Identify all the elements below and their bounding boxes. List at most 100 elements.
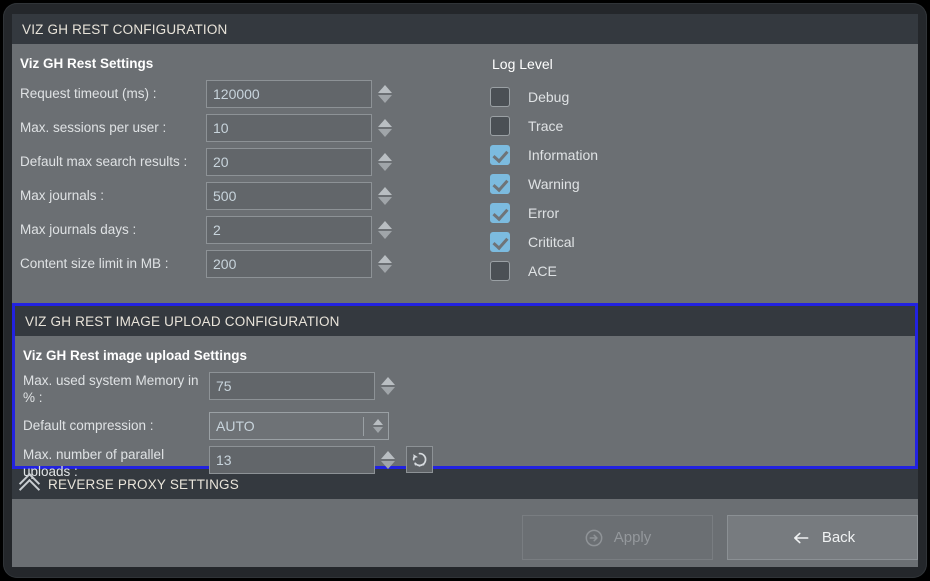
input-max-parallel-uploads[interactable] (209, 446, 375, 474)
checkbox-label-ace: ACE (528, 262, 557, 279)
rest-config-panel: Viz GH Rest Settings Request timeout (ms… (12, 44, 918, 300)
field-max-journals (206, 182, 395, 210)
button-bar: Apply Back (12, 509, 918, 567)
checkbox-trace[interactable] (490, 115, 510, 136)
spinner-up-icon[interactable] (378, 153, 392, 161)
log-level-item-debug[interactable]: Debug (490, 82, 750, 111)
spinner-max-parallel-uploads[interactable] (378, 446, 398, 474)
label-max-journals-days: Max journals days : (20, 222, 137, 237)
spinner-down-icon[interactable] (381, 461, 395, 469)
log-level-item-warning[interactable]: Warning (490, 169, 750, 198)
field-row-default-compression: Default compression : AUTO (23, 412, 915, 440)
dropdown-value-default-compression: AUTO (216, 418, 255, 434)
spinner-up-icon[interactable] (378, 85, 392, 93)
checkbox-label-warning: Warning (528, 175, 580, 192)
input-max-sessions-per-user[interactable] (206, 114, 372, 142)
field-row-content-size-limit-mb: Content size limit in MB : (20, 250, 918, 278)
spinner-down-icon[interactable] (378, 163, 392, 171)
log-level-item-crititcal[interactable]: Crititcal (490, 227, 750, 256)
log-level-title: Log Level (492, 56, 553, 72)
spinner-down-icon[interactable] (378, 95, 392, 103)
checkbox-ace[interactable] (490, 260, 510, 281)
spinner-max-sessions-per-user[interactable] (375, 114, 395, 142)
spinner-down-icon[interactable] (378, 231, 392, 239)
reset-max-parallel-uploads-button[interactable] (406, 446, 433, 473)
rest-config-header[interactable]: VIZ GH REST CONFIGURATION (12, 14, 918, 44)
spinner-request-timeout[interactable] (375, 80, 395, 108)
field-row-max-sessions-per-user: Max. sessions per user : (20, 114, 918, 142)
spinner-up-icon[interactable] (378, 187, 392, 195)
spinner-down-icon[interactable] (378, 129, 392, 137)
field-max-sessions-per-user (206, 114, 395, 142)
spinner-content-size-limit-mb[interactable] (375, 250, 395, 278)
field-max-journals-days (206, 216, 395, 244)
input-request-timeout[interactable] (206, 80, 372, 108)
field-row-max-journals-days: Max journals days : (20, 216, 918, 244)
field-max-memory (209, 372, 398, 400)
log-level-item-error[interactable]: Error (490, 198, 750, 227)
label-request-timeout: Request timeout (ms) : (20, 86, 157, 101)
field-row-max-memory: Max. used system Memory in % : (23, 372, 915, 406)
field-content-size-limit-mb (206, 250, 395, 278)
checkbox-warning[interactable] (490, 173, 510, 194)
arrow-left-icon (790, 528, 812, 548)
spinner-down-icon[interactable] (378, 265, 392, 273)
checkbox-debug[interactable] (490, 86, 510, 107)
spinner-down-icon[interactable] (381, 387, 395, 395)
dropdown-up-icon[interactable] (373, 419, 383, 425)
image-upload-section: VIZ GH REST IMAGE UPLOAD CONFIGURATION V… (12, 303, 918, 479)
dropdown-down-icon[interactable] (373, 427, 383, 433)
image-upload-panel: Viz GH Rest image upload Settings Max. u… (15, 336, 915, 479)
application-window: VIZ GH REST CONFIGURATION Viz GH Rest Se… (0, 0, 930, 581)
checkbox-error[interactable] (490, 202, 510, 223)
arrow-right-circle-icon (584, 528, 604, 548)
dropdown-default-compression[interactable]: AUTO (209, 412, 389, 440)
spinner-down-icon[interactable] (378, 197, 392, 205)
input-default-max-search-results[interactable] (206, 148, 372, 176)
log-level-item-information[interactable]: Information (490, 140, 750, 169)
checkbox-label-information: Information (528, 146, 599, 163)
label-max-journals: Max journals : (20, 188, 105, 203)
input-max-memory[interactable] (209, 372, 375, 400)
label-default-max-search-results: Default max search results : (20, 154, 188, 169)
label-max-memory: Max. used system Memory in % : (23, 373, 199, 405)
apply-button-label: Apply (613, 529, 652, 546)
spinner-up-icon[interactable] (378, 119, 392, 127)
input-content-size-limit-mb[interactable] (206, 250, 372, 278)
reset-icon (412, 452, 427, 467)
spinner-max-journals-days[interactable] (375, 216, 395, 244)
spinner-max-memory[interactable] (378, 372, 398, 400)
chevron-up-icon[interactable] (18, 473, 40, 495)
image-upload-header-label: VIZ GH REST IMAGE UPLOAD CONFIGURATION (25, 313, 340, 329)
field-row-default-max-search-results: Default max search results : (20, 148, 918, 176)
input-max-journals[interactable] (206, 182, 372, 210)
dropdown-separator (363, 417, 364, 436)
input-max-journals-days[interactable] (206, 216, 372, 244)
image-upload-header[interactable]: VIZ GH REST IMAGE UPLOAD CONFIGURATION (15, 306, 915, 336)
log-level-item-ace[interactable]: ACE (490, 256, 750, 285)
checkbox-information[interactable] (490, 144, 510, 165)
checkbox-crititcal[interactable] (490, 231, 510, 252)
field-row-request-timeout: Request timeout (ms) : (20, 80, 918, 108)
label-default-compression: Default compression : (23, 418, 154, 433)
spinner-up-icon[interactable] (378, 255, 392, 263)
log-level-group: Log Level Debug Trace Information Warnin… (490, 44, 750, 285)
spinner-default-max-search-results[interactable] (375, 148, 395, 176)
rest-settings-form: Request timeout (ms) : Max. sessions per… (12, 80, 918, 278)
log-level-item-trace[interactable]: Trace (490, 111, 750, 140)
checkbox-label-crititcal: Crititcal (528, 233, 575, 250)
spinner-max-journals[interactable] (375, 182, 395, 210)
field-default-compression: AUTO (209, 412, 389, 440)
checkbox-label-debug: Debug (528, 88, 570, 105)
rest-settings-group-title: Viz GH Rest Settings (20, 56, 154, 71)
back-button[interactable]: Back (727, 515, 918, 560)
dropdown-arrows-icon[interactable] (373, 413, 383, 439)
spinner-up-icon[interactable] (381, 451, 395, 459)
spinner-up-icon[interactable] (378, 221, 392, 229)
field-default-max-search-results (206, 148, 395, 176)
field-row-max-journals: Max journals : (20, 182, 918, 210)
spinner-up-icon[interactable] (381, 377, 395, 385)
label-max-parallel-uploads: Max. number of parallel uploads : (23, 447, 165, 479)
apply-button[interactable]: Apply (522, 515, 713, 560)
field-max-parallel-uploads (209, 446, 433, 474)
